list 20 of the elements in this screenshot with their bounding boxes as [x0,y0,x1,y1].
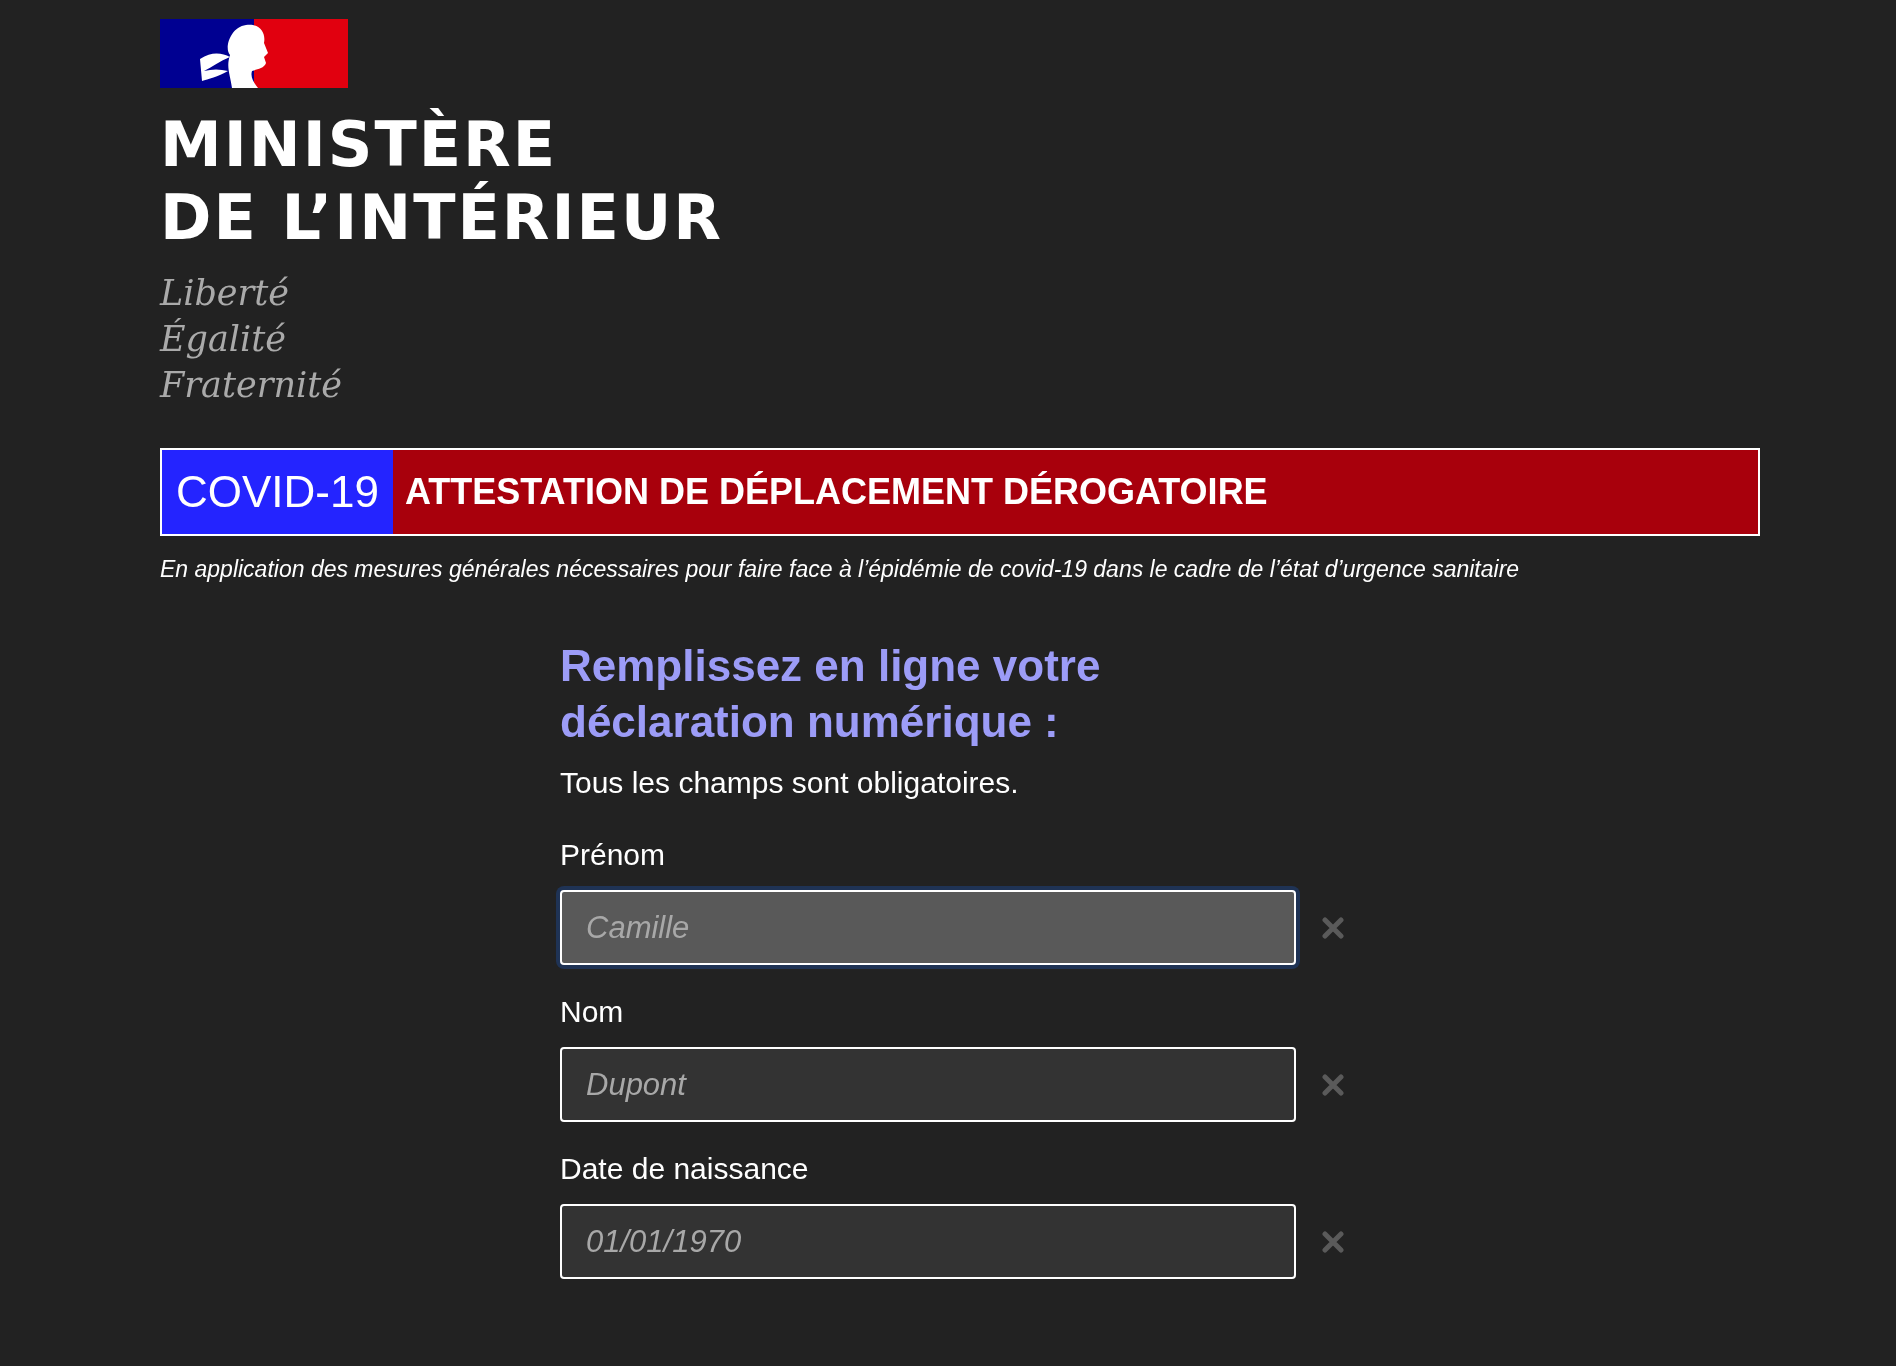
field-label: Nom [560,995,624,1029]
field-label: Date de naissance [560,1152,809,1186]
ministry-name: MINISTÈRE [160,108,558,181]
field-label: Prénom [560,838,666,872]
motto-line: Liberté [160,272,290,315]
banner-title: ATTESTATION DE DÉPLACEMENT DÉROGATOIRE [403,470,1268,514]
clear-icon[interactable] [1322,916,1344,939]
subtitle: En application des mesures générales nécessaires pour faire face à l’épidémie de covid-19 dans le cadre de l’état d’urgence sanitaire [160,556,1520,583]
republic-logo-icon [160,19,348,88]
covid-tag: COVID-19 [162,450,393,534]
clear-icon[interactable] [1322,1073,1344,1096]
input-field[interactable]: 01/01/1970 [560,1204,1296,1279]
input-field[interactable]: Dupont [560,1047,1296,1122]
ministry-name: DE L’INTÉRIEUR [160,181,724,254]
form-heading: Remplissez en ligne votre déclaration numérique : [560,640,1102,748]
input-field[interactable]: Camille [560,890,1296,965]
motto-line: Fraternité [160,364,342,407]
motto-line: Égalité [160,317,286,361]
required-note: Tous les champs sont obligatoires. [560,766,1019,800]
clear-icon[interactable] [1322,1230,1344,1253]
